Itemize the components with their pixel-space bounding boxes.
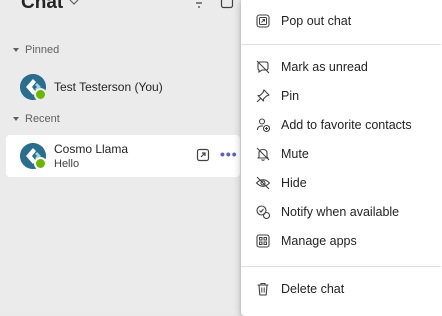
menu-item-label: Hide <box>281 176 307 190</box>
menu-item-label: Pop out chat <box>281 14 352 28</box>
menu-item-label: Add to favorite contacts <box>281 118 412 132</box>
trash-icon <box>257 282 269 296</box>
presence-available-badge <box>34 157 47 170</box>
menu-item-label: Manage apps <box>281 234 357 248</box>
caret-down-icon <box>13 117 19 121</box>
section-pinned-header[interactable]: Pinned <box>12 44 59 56</box>
menu-item-hide[interactable]: Hide <box>241 169 441 197</box>
add-favorite-icon <box>256 118 271 133</box>
section-label: Pinned <box>25 44 60 56</box>
mute-icon <box>256 147 270 161</box>
mark-unread-icon <box>256 60 270 74</box>
menu-item-label: Delete chat <box>281 282 345 296</box>
menu-divider <box>241 266 441 267</box>
avatar <box>20 143 47 170</box>
notify-icon <box>256 205 271 220</box>
menu-item-pin[interactable]: Pin <box>241 82 441 110</box>
menu-item-add-to-favorite-contacts[interactable]: Add to favorite contacts <box>241 111 441 139</box>
chat-preview: Hello <box>54 157 80 170</box>
chat-row-cosmo-llama[interactable]: Cosmo Llama Hello ••• <box>6 135 240 177</box>
presence-available-badge <box>34 88 47 101</box>
new-chat-icon[interactable] <box>220 0 234 10</box>
chat-row-test-testerson[interactable]: Test Testerson (You) <box>6 66 240 108</box>
menu-item-label: Notify when available <box>281 205 400 219</box>
chevron-down-icon[interactable] <box>68 0 80 8</box>
menu-item-manage-apps[interactable]: Manage apps <box>241 227 441 255</box>
popout-icon[interactable] <box>196 148 210 162</box>
caret-down-icon <box>13 48 19 52</box>
menu-divider <box>241 44 441 45</box>
hide-icon <box>255 176 271 190</box>
more-options-icon[interactable]: ••• <box>220 147 238 161</box>
menu-item-label: Pin <box>281 89 300 103</box>
chat-name: Test Testerson (You) <box>54 79 163 94</box>
page-title: Chat <box>21 0 64 13</box>
pin-icon <box>256 89 270 103</box>
menu-item-label: Mark as unread <box>281 60 368 74</box>
section-recent-header[interactable]: Recent <box>12 113 60 125</box>
filter-icon[interactable] <box>192 0 206 10</box>
menu-item-mark-as-unread[interactable]: Mark as unread <box>241 53 441 81</box>
popout-icon <box>256 14 270 28</box>
chat-name: Cosmo Llama <box>54 141 129 156</box>
context-menu: Pop out chat Mark as unread Pin Add to f… <box>241 0 442 316</box>
menu-item-delete-chat[interactable]: Delete chat <box>241 275 441 303</box>
apps-icon <box>256 234 270 248</box>
menu-item-pop-out-chat[interactable]: Pop out chat <box>241 7 441 35</box>
avatar <box>20 74 47 101</box>
menu-item-mute[interactable]: Mute <box>241 140 441 168</box>
section-label: Recent <box>25 113 60 125</box>
menu-item-label: Mute <box>281 147 309 161</box>
menu-item-notify-when-available[interactable]: Notify when available <box>241 198 441 226</box>
